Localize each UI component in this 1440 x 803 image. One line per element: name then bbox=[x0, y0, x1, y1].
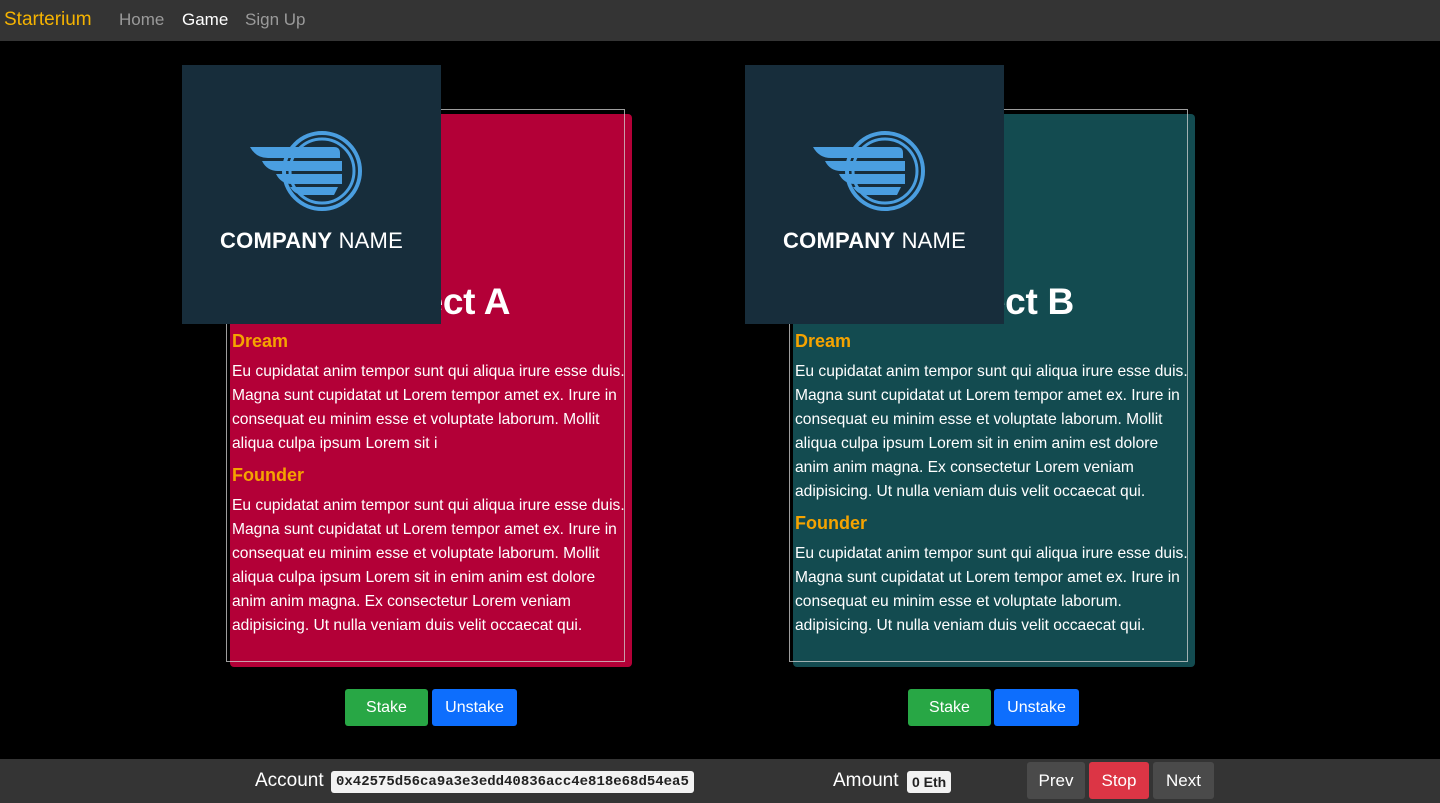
top-navbar: Starterium Home Game Sign Up bbox=[0, 0, 1440, 41]
unstake-button-a[interactable]: Unstake bbox=[432, 689, 517, 726]
stop-button[interactable]: Stop bbox=[1089, 762, 1149, 799]
nav-sign-up[interactable]: Sign Up bbox=[245, 10, 305, 30]
stake-button-b[interactable]: Stake bbox=[908, 689, 991, 726]
stake-button-a[interactable]: Stake bbox=[345, 689, 428, 726]
next-button[interactable]: Next bbox=[1153, 762, 1214, 799]
founder-text: Eu cupidatat anim tempor sunt qui aliqua… bbox=[232, 497, 625, 634]
company-logo: COMPANY NAME bbox=[745, 65, 1004, 324]
logo-text: COMPANY NAME bbox=[182, 228, 441, 254]
logo-company-word: COMPANY bbox=[220, 228, 333, 253]
brand-logo[interactable]: Starterium bbox=[4, 9, 92, 31]
amount-badge: 0 Eth bbox=[907, 771, 952, 793]
dream-text: Eu cupidatat anim tempor sunt qui aliqua… bbox=[232, 363, 625, 452]
wing-emblem-icon bbox=[250, 131, 362, 211]
founder-heading: Founder bbox=[795, 513, 867, 533]
bottom-bar: Account 0x42575d56ca9a3e3edd40836acc4e81… bbox=[0, 759, 1440, 803]
account-label: Account bbox=[255, 770, 324, 791]
project-body: Dream Eu cupidatat anim tempor sunt qui … bbox=[795, 329, 1195, 645]
prev-button[interactable]: Prev bbox=[1027, 762, 1085, 799]
dream-heading: Dream bbox=[795, 331, 852, 351]
account-address-badge: 0x42575d56ca9a3e3edd40836acc4e818e68d54e… bbox=[331, 771, 694, 793]
logo-text: COMPANY NAME bbox=[745, 228, 1004, 254]
logo-name-word: NAME bbox=[901, 228, 966, 253]
nav-home[interactable]: Home bbox=[119, 10, 164, 30]
wing-emblem-icon bbox=[813, 131, 925, 211]
logo-company-word: COMPANY bbox=[783, 228, 896, 253]
unstake-button-b[interactable]: Unstake bbox=[994, 689, 1079, 726]
logo-name-word: NAME bbox=[338, 228, 403, 253]
nav-game[interactable]: Game bbox=[182, 10, 228, 30]
amount-label: Amount bbox=[833, 770, 899, 791]
dream-text: Eu cupidatat anim tempor sunt qui aliqua… bbox=[795, 363, 1188, 500]
founder-heading: Founder bbox=[232, 465, 304, 485]
founder-text: Eu cupidatat anim tempor sunt qui aliqua… bbox=[795, 545, 1188, 634]
dream-heading: Dream bbox=[232, 331, 289, 351]
company-logo: COMPANY NAME bbox=[182, 65, 441, 324]
project-body: Dream Eu cupidatat anim tempor sunt qui … bbox=[232, 329, 632, 645]
